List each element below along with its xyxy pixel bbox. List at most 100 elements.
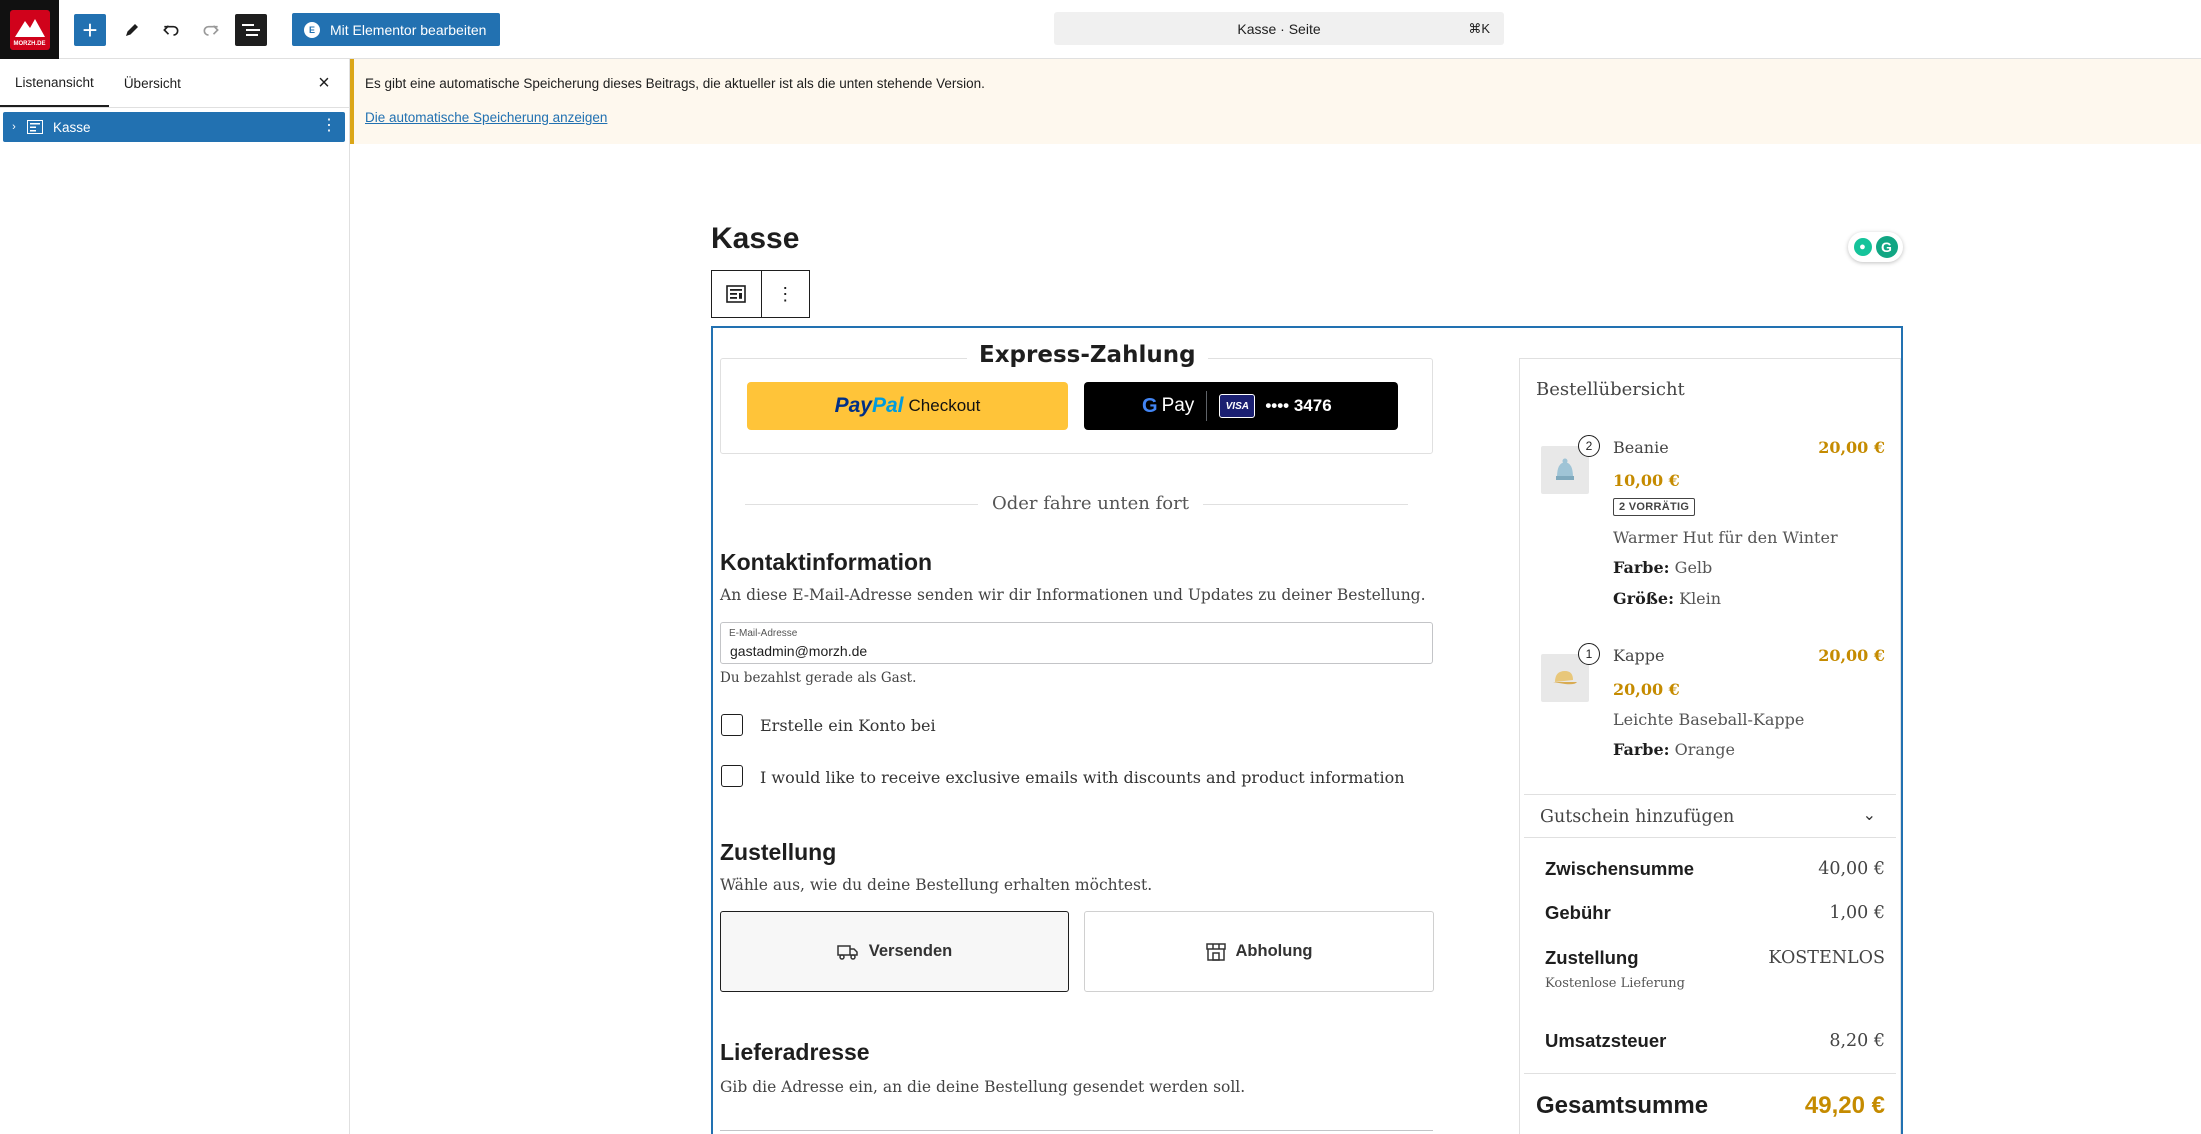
google-g-icon: G [1142, 394, 1158, 417]
or-continue-text: Oder fahre unten fort [978, 493, 1203, 514]
guest-note: Du bezahlst gerade als Gast. [720, 670, 917, 686]
create-account-label[interactable]: Erstelle ein Konto bei [760, 716, 936, 735]
tax-label: Umsatzsteuer [1545, 1030, 1667, 1051]
create-account-checkbox[interactable] [721, 714, 743, 736]
ship-option-label: Versenden [868, 942, 953, 960]
google-pay-logo: G Pay [1142, 395, 1194, 418]
paypal-checkout-label: Checkout [908, 396, 981, 415]
item-name: Kappe [1613, 646, 1665, 665]
undo-button[interactable] [155, 14, 187, 46]
grand-total-label: Gesamtsumme [1536, 1092, 1709, 1119]
list-view-icon [242, 24, 260, 36]
coupon-label: Gutschein hinzufügen [1540, 807, 1735, 827]
grammarly-widget[interactable]: ● G [1848, 232, 1903, 262]
fee-value: 1,00 € [1829, 903, 1885, 923]
checkout-block-icon [25, 118, 45, 136]
shipping-option-pickup[interactable]: Abholung [1084, 911, 1434, 992]
subtotal-label: Zwischensumme [1545, 858, 1695, 879]
beanie-icon [1556, 458, 1574, 480]
site-logo[interactable]: MORZH.DE [0, 0, 59, 59]
elementor-icon: E [304, 21, 320, 38]
notice-text: Es gibt eine automatische Speicherung di… [365, 76, 985, 91]
checkout-block-icon [726, 285, 747, 303]
item-unit-price: 20,00 € [1613, 680, 1680, 699]
contact-description: An diese E-Mail-Adresse senden wir dir I… [720, 586, 1426, 604]
tools-button[interactable] [116, 14, 148, 46]
meta-value: Gelb [1674, 558, 1713, 577]
item-meta-color: Farbe: Orange [1613, 740, 1735, 759]
item-total: 20,00 € [1818, 438, 1885, 457]
add-block-button[interactable]: + [74, 14, 106, 46]
grand-total-value: 49,20 € [1804, 1092, 1885, 1119]
editor-toolbar: MORZH.DE + E Mit Elementor bearbeiten Ka… [0, 0, 2201, 59]
cap-icon [1553, 671, 1577, 685]
grammarly-icon: G [1875, 236, 1898, 258]
visa-card-icon: VISA [1219, 394, 1256, 418]
edit-with-elementor-button[interactable]: E Mit Elementor bearbeiten [292, 13, 501, 46]
shipping-label: Zustellung [1545, 947, 1639, 968]
meta-key: Farbe: [1613, 558, 1670, 577]
block-options-button[interactable]: ⋮ [760, 271, 810, 317]
address-field-top-border [720, 1130, 1433, 1131]
shipping-option-ship[interactable]: Versenden [720, 911, 1069, 992]
stock-badge: 2 VORRÄTIG [1613, 498, 1696, 516]
paypal-logo: PayPal [835, 394, 904, 418]
lightbulb-icon: ● [1853, 238, 1872, 256]
fee-label: Gebühr [1545, 902, 1611, 923]
meta-key: Größe: [1613, 589, 1675, 608]
newsletter-checkbox[interactable] [721, 765, 743, 787]
item-description: Warmer Hut für den Winter [1613, 528, 1838, 547]
email-value: gastadmin@morzh.de [730, 643, 868, 659]
pickup-option-label: Abholung [1235, 942, 1313, 960]
newsletter-label[interactable]: I would like to receive exclusive emails… [760, 768, 1405, 787]
item-total: 20,00 € [1818, 646, 1885, 665]
item-description: Leichte Baseball-Kappe [1613, 710, 1805, 729]
more-options-icon[interactable]: ⋮ [321, 118, 337, 134]
add-coupon-toggle[interactable]: Gutschein hinzufügen ⌄ [1524, 794, 1896, 838]
quantity-badge: 1 [1578, 643, 1600, 665]
sidebar-tabs: Listenansicht Übersicht × [0, 59, 349, 108]
paypal-checkout-button[interactable]: PayPal Checkout [747, 382, 1068, 430]
command-palette-bar[interactable]: Kasse · Seite ⌘K [1054, 12, 1504, 45]
express-payment-title: Express-Zahlung [967, 342, 1208, 368]
card-digits: •••• 3476 [1265, 396, 1332, 415]
close-sidebar-button[interactable]: × [313, 72, 335, 94]
block-toolbar: ⋮ [711, 270, 810, 318]
chevron-right-icon[interactable]: › [3, 121, 25, 133]
view-autosave-link[interactable]: Die automatische Speicherung anzeigen [365, 110, 607, 125]
block-type-button[interactable] [712, 271, 761, 317]
plus-icon: + [82, 15, 98, 45]
chevron-down-icon: ⌄ [1862, 807, 1876, 824]
address-heading: Lieferadresse [720, 1039, 870, 1065]
list-item-label: Kasse [53, 119, 91, 135]
list-item-checkout-block[interactable]: › Kasse ⋮ [3, 112, 345, 142]
tax-value: 8,20 € [1829, 1031, 1885, 1051]
item-unit-price: 10,00 € [1613, 471, 1680, 490]
delivery-description: Wähle aus, wie du deine Bestellung erhal… [720, 876, 1153, 894]
store-icon [1205, 942, 1226, 961]
logo-text: MORZH.DE [13, 40, 46, 47]
order-summary-title: Bestellübersicht [1536, 379, 1685, 400]
command-shortcut: ⌘K [1468, 21, 1490, 36]
item-meta-color: Farbe: Gelb [1613, 558, 1712, 577]
document-overview-button[interactable] [235, 14, 267, 46]
email-field[interactable]: E-Mail-Adresse gastadmin@morzh.de [720, 622, 1433, 664]
address-description: Gib die Adresse ein, an die deine Bestel… [720, 1078, 1246, 1096]
email-label: E-Mail-Adresse [729, 628, 798, 639]
meta-value: Orange [1674, 740, 1735, 759]
tab-outline[interactable]: Übersicht [109, 59, 196, 107]
redo-icon [203, 25, 219, 36]
shipping-method: Kostenlose Lieferung [1545, 976, 1685, 991]
totals-divider [1524, 1073, 1896, 1074]
pencil-icon [126, 24, 138, 36]
gpay-separator [1206, 391, 1208, 421]
paypal-pal-text: Pal [872, 394, 904, 417]
delivery-heading: Zustellung [720, 839, 837, 865]
redo-button[interactable] [195, 14, 227, 46]
google-pay-button[interactable]: G Pay VISA •••• 3476 [1084, 382, 1398, 430]
contact-heading: Kontaktinformation [720, 549, 933, 575]
item-meta-size: Größe: Klein [1613, 589, 1721, 608]
shipping-value: KOSTENLOS [1768, 948, 1885, 968]
tab-list-view[interactable]: Listenansicht [0, 59, 109, 107]
page-title[interactable]: Kasse [711, 222, 799, 256]
